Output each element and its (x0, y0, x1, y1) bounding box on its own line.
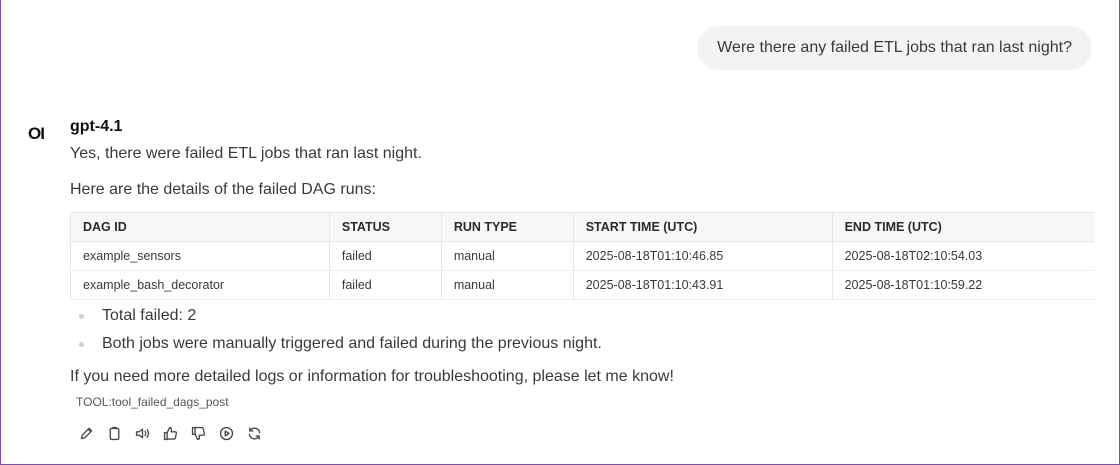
read-aloud-button[interactable] (132, 423, 152, 443)
assistant-avatar: OI (28, 124, 45, 143)
bullet-dot (79, 314, 84, 319)
list-item: Total failed: 2 (70, 302, 1092, 330)
refresh-icon (248, 426, 260, 440)
column-header-dag-id: DAG ID (70, 212, 330, 242)
table-row: example_bash_decorator failed manual 202… (70, 270, 1094, 300)
pencil-icon (80, 427, 92, 439)
chat-area: Were there any failed ETL jobs that ran … (1, 0, 1119, 464)
message-actions (76, 423, 1092, 443)
closing-text: If you need more detailed logs or inform… (70, 368, 674, 385)
cell-run-type: manual (441, 270, 574, 300)
column-header-status: STATUS (329, 212, 442, 242)
table-row: example_sensors failed manual 2025-08-18… (70, 241, 1094, 271)
cell-dag-id: example_bash_decorator (70, 270, 330, 300)
intro-text: Yes, there were failed ETL jobs that ran… (70, 145, 422, 162)
clipboard-icon (109, 426, 119, 440)
bad-response-button[interactable] (188, 423, 208, 443)
cell-status: failed (329, 270, 442, 300)
cell-dag-id: example_sensors (70, 241, 330, 271)
details-heading: Here are the details of the failed DAG r… (70, 181, 376, 198)
cell-end-time: 2025-08-18T02:10:54.03 (832, 241, 1094, 271)
continue-response-button[interactable] (216, 423, 236, 443)
copy-button[interactable] (104, 423, 124, 443)
user-message-bubble: Were there any failed ETL jobs that ran … (697, 26, 1092, 70)
thumbs-up-icon (163, 426, 177, 440)
column-header-end-time: END TIME (UTC) (832, 212, 1094, 242)
cell-end-time: 2025-08-18T01:10:59.22 (832, 270, 1094, 300)
speaker-icon (135, 428, 149, 438)
edit-button[interactable] (76, 423, 96, 443)
summary-list: Total failed: 2 Both jobs were manually … (70, 302, 1092, 358)
list-item-text: Total failed: 2 (102, 307, 197, 324)
table-header-row: DAG ID STATUS RUN TYPE START TIME (UTC) … (70, 212, 1094, 242)
tool-call-label[interactable]: TOOL:tool_failed_dags_post (76, 394, 1092, 410)
cell-status: failed (329, 241, 442, 271)
column-header-start-time: START TIME (UTC) (573, 212, 833, 242)
list-item: Both jobs were manually triggered and fa… (70, 330, 1092, 358)
list-item-text: Both jobs were manually triggered and fa… (102, 335, 602, 352)
assistant-content: gpt-4.1 Yes, there were failed ETL jobs … (70, 116, 1094, 443)
cell-start-time: 2025-08-18T01:10:46.85 (573, 241, 833, 271)
column-header-run-type: RUN TYPE (441, 212, 574, 242)
cell-start-time: 2025-08-18T01:10:43.91 (573, 270, 833, 300)
failed-dags-table: DAG ID STATUS RUN TYPE START TIME (UTC) … (70, 212, 1094, 300)
model-name: gpt-4.1 (70, 118, 123, 135)
regenerate-button[interactable] (244, 423, 264, 443)
good-response-button[interactable] (160, 423, 180, 443)
play-circle-icon (219, 426, 233, 440)
bullet-dot (79, 342, 84, 347)
cell-run-type: manual (441, 241, 574, 271)
thumbs-down-icon (191, 426, 205, 440)
